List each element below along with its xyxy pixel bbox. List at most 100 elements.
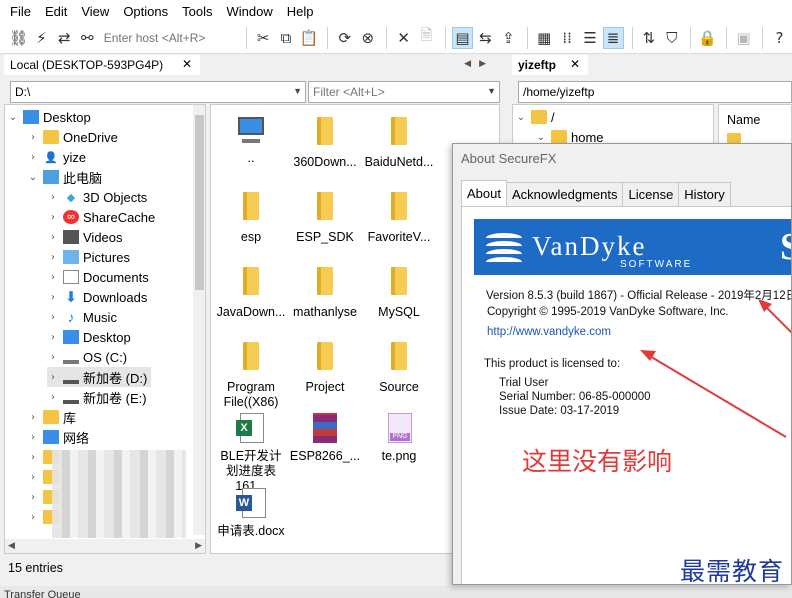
tree-scrollbar[interactable] xyxy=(193,105,205,535)
menu-tools[interactable]: Tools xyxy=(182,4,212,19)
list-view-icon[interactable]: ☰ xyxy=(580,27,601,49)
options-icon[interactable]: ▣ xyxy=(733,27,754,49)
transfer-queue-tab[interactable]: Transfer Queue xyxy=(0,586,792,598)
chevron-right-icon[interactable]: › xyxy=(27,512,39,523)
file-item-folder[interactable]: MySQL xyxy=(363,263,435,320)
chevron-down-icon[interactable]: ⌄ xyxy=(535,132,547,143)
chevron-right-icon[interactable]: › xyxy=(47,192,59,203)
chevron-right-icon[interactable]: › xyxy=(47,292,59,303)
close-icon[interactable]: ✕ xyxy=(570,57,580,71)
chevron-right-icon[interactable]: › xyxy=(27,492,39,503)
column-header-name[interactable]: Name xyxy=(727,113,760,127)
chevron-right-icon[interactable]: › xyxy=(27,412,39,423)
close-icon[interactable]: ✕ xyxy=(182,57,192,71)
tree-view-icon[interactable]: ▤ xyxy=(451,26,473,49)
scrollbar-thumb[interactable] xyxy=(195,115,204,290)
menu-view[interactable]: View xyxy=(81,4,109,19)
sync-icon[interactable]: ⇆ xyxy=(475,27,496,49)
disconnect-icon[interactable]: ⚯ xyxy=(77,27,98,49)
file-item-folder[interactable]: mathanlyse xyxy=(289,263,361,320)
chevron-right-icon[interactable]: › xyxy=(27,472,39,483)
tree-item-pictures[interactable]: › Pictures xyxy=(47,247,130,267)
scroll-left-icon[interactable]: ◀ xyxy=(8,540,15,551)
menu-help[interactable]: Help xyxy=(287,4,314,19)
menu-edit[interactable]: Edit xyxy=(45,4,67,19)
chevron-right-icon[interactable]: › xyxy=(47,252,59,263)
chevron-down-icon[interactable]: ⌄ xyxy=(7,112,19,123)
chevron-right-icon[interactable]: › xyxy=(47,312,59,323)
upload-icon[interactable]: ⇪ xyxy=(498,27,519,49)
scroll-right-icon[interactable]: ▶ xyxy=(195,540,202,551)
tree-item-sharecache[interactable]: › ∞ ShareCache xyxy=(47,207,155,227)
file-item-folder[interactable]: FavoriteV... xyxy=(363,188,435,245)
file-item-rar[interactable]: ESP8266_... xyxy=(289,411,361,464)
menu-window[interactable]: Window xyxy=(226,4,272,19)
tab-license[interactable]: License xyxy=(622,182,680,206)
quick-connect-icon[interactable]: ⚡ xyxy=(31,27,52,49)
tree-item-drive-e[interactable]: › 新加卷 (E:) xyxy=(47,387,147,407)
tree-horizontal-scrollbar[interactable]: ◀ ▶ xyxy=(5,539,205,553)
small-icons-icon[interactable]: ⁞⁞ xyxy=(557,27,578,49)
tree-item-music[interactable]: › ♪ Music xyxy=(47,307,117,327)
tree-item-yize[interactable]: › 👤 yize xyxy=(27,147,86,167)
tab-history[interactable]: History xyxy=(678,182,731,206)
chevron-right-icon[interactable]: › xyxy=(27,432,39,443)
tab-about[interactable]: About xyxy=(461,180,507,206)
chevron-right-icon[interactable]: › xyxy=(27,452,39,463)
tree-item-documents[interactable]: › Documents xyxy=(47,267,149,287)
file-item-excel[interactable]: X BLE开发计划进度表161... xyxy=(215,411,287,494)
copy-icon[interactable]: ⧉ xyxy=(276,27,297,49)
chevron-down-icon[interactable]: ⌄ xyxy=(515,112,527,123)
tab-acknowledgments[interactable]: Acknowledgments xyxy=(505,182,624,206)
remote-path-combo[interactable]: /home/yizeftp xyxy=(518,81,792,103)
local-tab[interactable]: Local (DESKTOP-593PG4P) ✕ xyxy=(4,55,200,75)
tree-item-drive-c[interactable]: › OS (C:) xyxy=(47,347,127,367)
scroll-arrows-icon[interactable]: ◀▶ xyxy=(464,58,494,69)
refresh-icon[interactable]: ⟳ xyxy=(334,27,355,49)
menu-options[interactable]: Options xyxy=(123,4,168,19)
chevron-right-icon[interactable]: › xyxy=(27,132,39,143)
chevron-right-icon[interactable]: › xyxy=(47,232,59,243)
file-item-folder[interactable]: 360Down... xyxy=(289,113,361,170)
details-view-icon[interactable]: ≣ xyxy=(602,26,624,49)
stop-icon[interactable]: ⊗ xyxy=(357,27,378,49)
file-item-folder[interactable]: Program File((X86) xyxy=(215,338,287,410)
file-item-parent[interactable]: .. xyxy=(215,113,287,166)
tree-item-this-pc[interactable]: ⌄ 此电脑 xyxy=(27,167,102,187)
large-icons-icon[interactable]: ▦ xyxy=(534,27,555,49)
chevron-right-icon[interactable]: › xyxy=(27,152,39,163)
remote-tab[interactable]: yizeftp ✕ xyxy=(512,55,588,75)
host-input[interactable] xyxy=(99,27,240,48)
chevron-right-icon[interactable]: › xyxy=(47,372,59,383)
file-item-word[interactable]: W 申请表.docx xyxy=(215,486,287,539)
chevron-right-icon[interactable]: › xyxy=(47,332,59,343)
local-path-combo[interactable]: D:\ ▼ xyxy=(10,81,306,103)
tree-item-drive-d[interactable]: › 新加卷 (D:) xyxy=(47,367,151,387)
chevron-down-icon[interactable]: ▼ xyxy=(293,86,302,96)
chevron-right-icon[interactable]: › xyxy=(47,392,59,403)
properties-icon[interactable]: 🗎 xyxy=(416,26,437,49)
file-item-folder[interactable]: Source xyxy=(363,338,435,395)
chevron-down-icon[interactable]: ▼ xyxy=(487,86,496,96)
help-icon[interactable]: ? xyxy=(769,27,790,49)
paste-icon[interactable]: 📋 xyxy=(298,27,319,49)
cut-icon[interactable]: ✂ xyxy=(253,27,274,49)
delete-icon[interactable]: ✕ xyxy=(393,27,414,49)
menu-file[interactable]: File xyxy=(10,4,31,19)
filter-icon[interactable]: ⛉ xyxy=(661,27,682,49)
lock-icon[interactable]: 🔒 xyxy=(697,27,718,49)
connect-icon[interactable]: ⛓ xyxy=(8,27,29,49)
file-item-png[interactable]: PNG te.png xyxy=(363,411,435,464)
file-item-folder[interactable]: JavaDown... xyxy=(215,263,287,320)
tree-item-onedrive[interactable]: › OneDrive xyxy=(27,127,118,147)
tree-item-desktop-2[interactable]: › Desktop xyxy=(47,327,131,347)
tree-item-downloads[interactable]: › ⬇ Downloads xyxy=(47,287,147,307)
chevron-right-icon[interactable]: › xyxy=(47,352,59,363)
sort-icon[interactable]: ⇅ xyxy=(639,27,660,49)
tree-item-3d-objects[interactable]: › ◆ 3D Objects xyxy=(47,187,147,207)
local-filter-combo[interactable]: ▼ xyxy=(308,81,500,103)
filter-input[interactable] xyxy=(313,85,473,99)
reconnect-icon[interactable]: ⇄ xyxy=(54,27,75,49)
tree-item-library[interactable]: › 库 xyxy=(27,407,76,427)
file-item-folder[interactable]: Project xyxy=(289,338,361,395)
